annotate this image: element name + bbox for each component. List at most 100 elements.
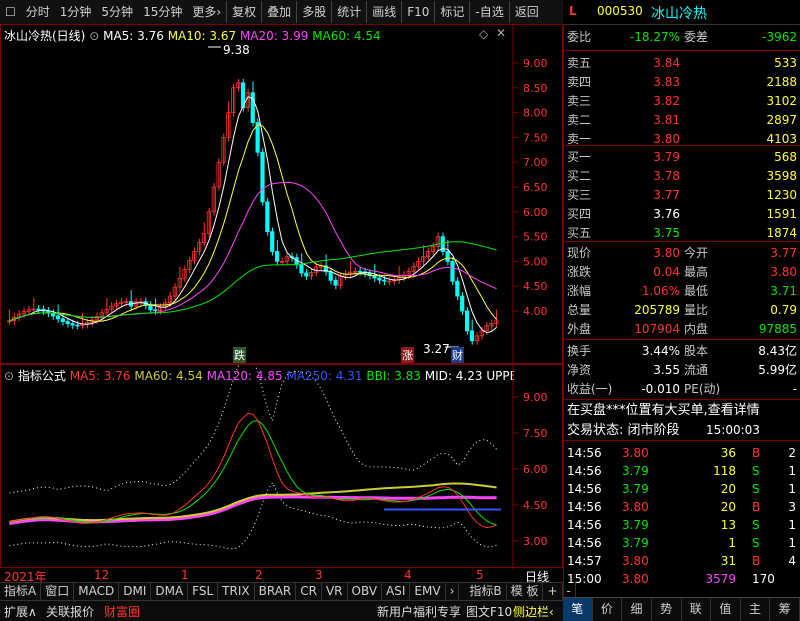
ask-row[interactable]: 卖二 3.81 2897 bbox=[564, 111, 800, 130]
marker-down[interactable]: 跌 bbox=[233, 347, 246, 363]
tick-row: 14:56 3.79 1 S 1 bbox=[567, 536, 796, 550]
tab-tick[interactable]: 笔 bbox=[563, 598, 593, 621]
tb-adjust[interactable]: 复权 bbox=[226, 1, 261, 23]
tab-emv[interactable]: EMV bbox=[410, 583, 446, 600]
stat-row[interactable]: 换手 3.44% 股本 8.43亿 bbox=[564, 342, 800, 361]
marker-up[interactable]: 涨 bbox=[401, 347, 414, 363]
ask-row[interactable]: 卖三 3.82 3102 bbox=[564, 92, 800, 111]
f10-button[interactable]: 图文F10 bbox=[466, 603, 512, 620]
tick-row: 14:56 3.80 20 B 3 bbox=[567, 500, 796, 514]
stock-header: L 000530 冰山冷热 bbox=[563, 0, 800, 25]
stat-row[interactable]: 涨幅 1.06% 最低 3.71 bbox=[564, 282, 800, 301]
candle bbox=[55, 315, 60, 320]
tb-more[interactable]: 更多› bbox=[187, 1, 226, 23]
tb-draw[interactable]: 画线 bbox=[366, 1, 401, 23]
stat-row[interactable]: 净资 3.55 流通 5.99亿 bbox=[564, 361, 800, 380]
indicator-chart[interactable]: ⊙ 指标公式 MA5: 3.76 MA60: 4.54 MA120: 4.85 … bbox=[0, 364, 563, 569]
date-axis: 2021年 12 1 2 3 4 5 日线 bbox=[0, 568, 563, 584]
kline-chart[interactable]: 冰山冷热(日线) ⊙ MA5: 3.76 MA10: 3.67 MA20: 3.… bbox=[0, 24, 563, 365]
tab-vr[interactable]: VR bbox=[322, 583, 348, 600]
tab-window[interactable]: 窗口 bbox=[41, 583, 75, 600]
tb-watchlist[interactable]: -自选 bbox=[469, 1, 508, 23]
tb-intraday[interactable]: 分时 bbox=[21, 1, 55, 23]
ytick-label: 9.00 bbox=[523, 57, 548, 70]
candle bbox=[377, 277, 382, 281]
bid-row[interactable]: 买四 3.76 1591 bbox=[564, 205, 800, 224]
tab-price[interactable]: 价 bbox=[593, 598, 623, 621]
new-user-link[interactable]: 新用户福利专享 bbox=[377, 603, 461, 620]
checkbox-icon[interactable]: ☐ bbox=[0, 1, 21, 23]
tab-trix[interactable]: TRIX bbox=[218, 583, 255, 600]
tb-5min[interactable]: 5分钟 bbox=[96, 1, 138, 23]
tab-indicator-b[interactable]: 指标B bbox=[465, 583, 507, 600]
stock-code: 000530 bbox=[597, 4, 643, 18]
ytick-label: 3.00 bbox=[523, 535, 548, 548]
tab-trend[interactable]: 势 bbox=[652, 598, 682, 621]
lower-band bbox=[9, 481, 497, 550]
tab-dma[interactable]: DMA bbox=[151, 583, 189, 600]
tab-asi[interactable]: ASI bbox=[382, 583, 411, 600]
ytick-label: 6.00 bbox=[523, 206, 548, 219]
weibi-row: 委比 -18.27% 委差 -3962 bbox=[567, 30, 797, 44]
tab-template[interactable]: 模 板 bbox=[507, 583, 544, 600]
candle bbox=[460, 295, 465, 312]
ytick-label: 4.50 bbox=[523, 499, 548, 512]
stat-row[interactable]: 涨跌 0.04 最高 3.80 bbox=[564, 263, 800, 282]
tb-15min[interactable]: 15分钟 bbox=[138, 1, 187, 23]
stat-row[interactable]: 外盘 107904 内盘 97885 bbox=[564, 320, 800, 339]
ask-row[interactable]: 卖五 3.84 533 bbox=[564, 54, 800, 73]
ma5-line bbox=[9, 96, 497, 334]
tb-mark[interactable]: 标记 bbox=[434, 1, 469, 23]
ytick-label: 5.50 bbox=[523, 231, 548, 244]
ytick-label: 7.50 bbox=[523, 427, 548, 440]
candle bbox=[455, 280, 460, 297]
tb-overlay[interactable]: 叠加 bbox=[261, 1, 296, 23]
tb-f10[interactable]: F10 bbox=[401, 1, 434, 23]
tab-dmi[interactable]: DMI bbox=[119, 583, 152, 600]
big-order-notice[interactable]: 在买盘***位置有大买单,查看详情 bbox=[564, 401, 800, 420]
date-label: 5 bbox=[476, 568, 484, 582]
candle bbox=[299, 264, 304, 274]
panel-tabs: 笔 价 细 势 联 值 主 筹 bbox=[563, 597, 800, 621]
stat-row[interactable]: 总量 205789 量比 0.79 bbox=[564, 301, 800, 320]
candle bbox=[304, 272, 309, 277]
tab-detail[interactable]: 细 bbox=[622, 598, 652, 621]
tb-1min[interactable]: 1分钟 bbox=[55, 1, 97, 23]
quote-panel: 委比 -18.27% 委差 -3962 卖五 3.84 533 卖四 3.83 2188 卖… bbox=[563, 24, 800, 597]
marker-finance[interactable]: 财 bbox=[451, 347, 464, 363]
bid-row[interactable]: 买一 3.79 568 bbox=[564, 148, 800, 167]
tab-obv[interactable]: OBV bbox=[348, 583, 383, 600]
tab-add[interactable]: + bbox=[543, 583, 563, 600]
ask-row[interactable]: 卖四 3.83 2188 bbox=[564, 73, 800, 92]
tb-back[interactable]: 返回 bbox=[508, 1, 544, 23]
tab-cr[interactable]: CR bbox=[296, 583, 322, 600]
wealth-circle-button[interactable]: 财富圈 bbox=[104, 603, 140, 620]
tab-brar[interactable]: BRAR bbox=[255, 583, 297, 600]
candle bbox=[70, 323, 75, 326]
candle bbox=[270, 231, 275, 252]
bid-row[interactable]: 买三 3.77 1230 bbox=[564, 186, 800, 205]
candle bbox=[60, 318, 65, 322]
tab-macd[interactable]: MACD bbox=[74, 583, 120, 600]
tab-chips[interactable]: 筹 bbox=[770, 598, 800, 621]
stat-row[interactable]: 收益(一) -0.010 PE(动) - bbox=[564, 380, 800, 399]
expand-button[interactable]: 扩展∧ bbox=[4, 603, 37, 620]
tab-indicator-a[interactable]: 指标A bbox=[0, 583, 42, 600]
ask-row[interactable]: 卖一 3.80 4103 bbox=[564, 130, 800, 149]
related-quote-button[interactable]: 关联报价 bbox=[46, 603, 94, 620]
tab-fsl[interactable]: FSL bbox=[188, 583, 219, 600]
bid-row[interactable]: 买二 3.78 3598 bbox=[564, 167, 800, 186]
stat-row[interactable]: 现价 3.80 今开 3.77 bbox=[564, 244, 800, 263]
tab-value[interactable]: 值 bbox=[711, 598, 741, 621]
candle bbox=[148, 304, 153, 311]
candle bbox=[469, 330, 475, 342]
tb-multi[interactable]: 多股 bbox=[296, 1, 331, 23]
trade-status: 交易状态: 闭市阶段 15:00:03 bbox=[567, 423, 760, 438]
top-toolbar: ☐ 分时 1分钟 5分钟 15分钟 更多› 复权 叠加 多股 统计 画线 F10… bbox=[0, 0, 563, 25]
tab-scroll-right[interactable]: › bbox=[446, 583, 460, 600]
tb-stats[interactable]: 统计 bbox=[331, 1, 366, 23]
tab-main[interactable]: 主 bbox=[741, 598, 771, 621]
ytick-label: 5.00 bbox=[523, 255, 548, 268]
sidebar-toggle[interactable]: 侧边栏‹ bbox=[513, 603, 554, 620]
tab-link[interactable]: 联 bbox=[682, 598, 712, 621]
